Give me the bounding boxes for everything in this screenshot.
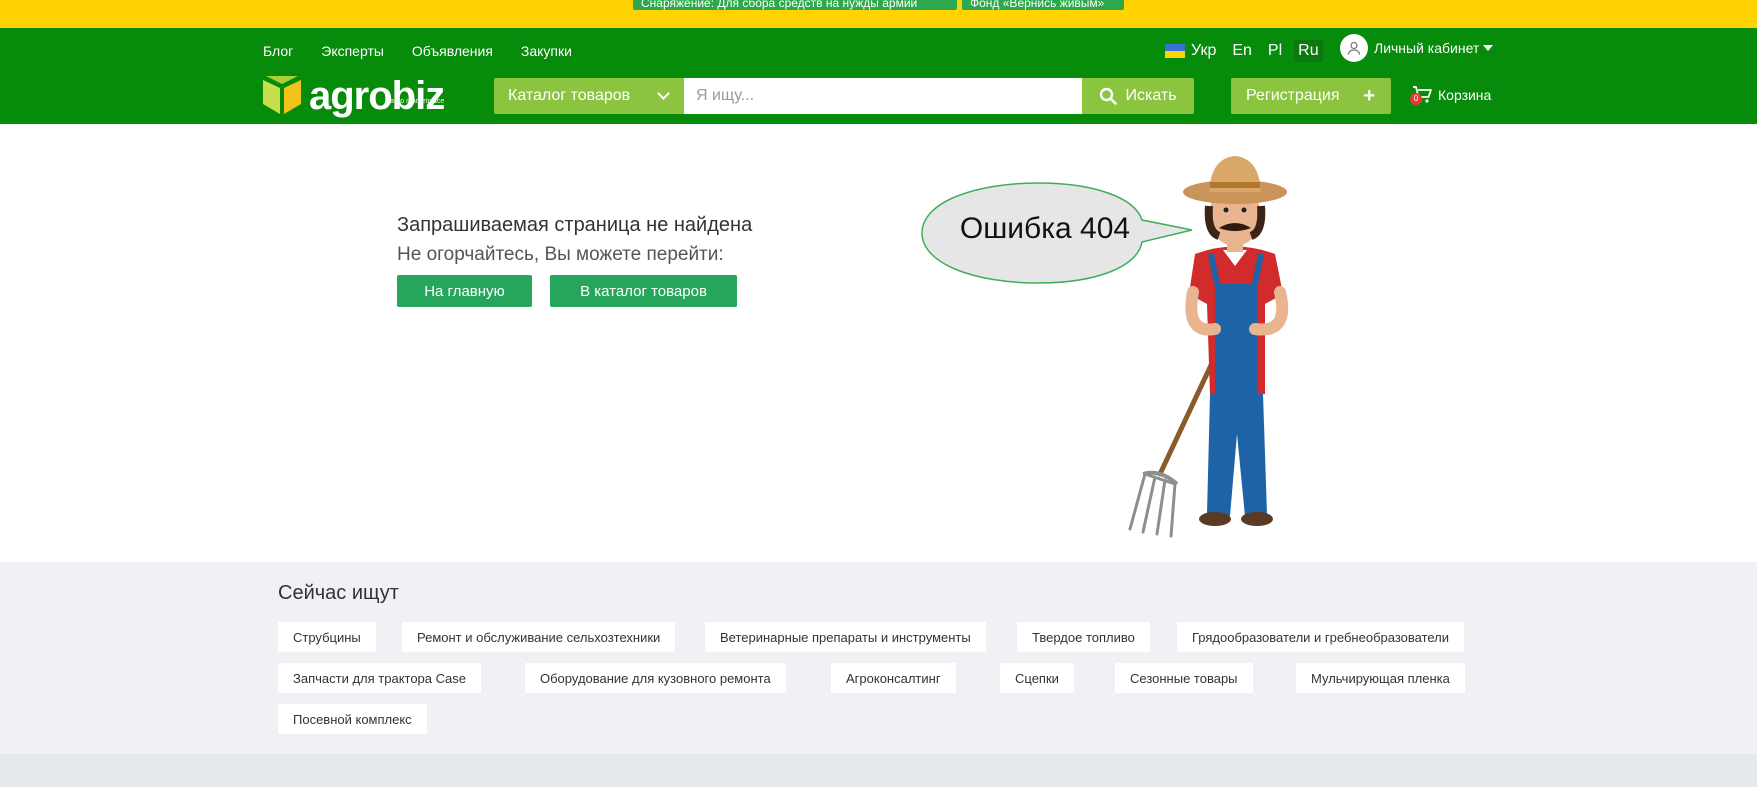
error-subtitle: Не огорчайтесь, Вы можете перейти: (397, 244, 724, 265)
nav-link-ads[interactable]: Объявления (412, 41, 493, 61)
error-content: Запрашиваемая страница не найдена Не ого… (0, 124, 1757, 562)
site-logo[interactable]: agrobiz agro marketplace (263, 75, 445, 117)
lang-en[interactable]: En (1232, 42, 1252, 60)
cart-label: Корзина (1438, 87, 1492, 103)
go-home-button[interactable]: На главную (397, 275, 532, 307)
lang-ru[interactable]: Ru (1294, 40, 1323, 62)
farmer-illustration (1128, 156, 1289, 538)
logo-tagline: agro marketplace (390, 98, 445, 105)
search-icon (1100, 87, 1118, 105)
footer-strip (0, 754, 1757, 787)
catalog-dropdown-label: Каталог товаров (508, 87, 631, 104)
plus-icon: + (1363, 85, 1375, 107)
lang-ukr-label: Укр (1191, 42, 1217, 59)
trending-tag[interactable]: Ремонт и обслуживание сельхозтехники (402, 622, 676, 652)
lang-ukr[interactable]: Укр (1165, 42, 1216, 60)
promo-link-army[interactable]: Снаряжение: Для сбора средств на нужды а… (633, 0, 957, 10)
nav-link-purchases[interactable]: Закупки (521, 41, 572, 61)
trending-tag[interactable]: Мульчирующая пленка (1296, 663, 1465, 693)
trending-tag[interactable]: Агроконсалтинг (831, 663, 956, 693)
caret-down-icon (1483, 45, 1494, 51)
site-header: Блог Эксперты Объявления Закупки Укр En … (0, 28, 1757, 124)
language-switcher: Укр En Pl Ru (1165, 38, 1339, 64)
search-input[interactable] (684, 78, 1082, 114)
logo-wordmark: agrobiz agro marketplace (309, 76, 445, 116)
account-label: Личный кабинет (1374, 40, 1480, 56)
logo-leaf-icon (263, 76, 301, 114)
trending-tag[interactable]: Твердое топливо (1017, 622, 1150, 652)
trending-tag[interactable]: Посевной комплекс (278, 704, 427, 734)
cart-count-badge: 0 (1410, 93, 1422, 105)
cart-icon: 0 (1410, 85, 1434, 105)
trending-tag[interactable]: Струбцины (278, 622, 376, 652)
nav-link-blog[interactable]: Блог (263, 41, 293, 61)
cart-link[interactable]: 0 Корзина (1410, 85, 1491, 105)
trending-tag[interactable]: Сцепки (1000, 663, 1074, 693)
nav-link-experts[interactable]: Эксперты (321, 41, 384, 61)
user-icon (1340, 34, 1368, 62)
lang-pl[interactable]: Pl (1268, 42, 1282, 60)
go-catalog-button[interactable]: В каталог товаров (550, 275, 737, 307)
top-nav: Блог Эксперты Объявления Закупки (263, 41, 600, 61)
search-button-label: Искать (1125, 87, 1177, 104)
search-button[interactable]: Искать (1082, 78, 1194, 114)
account-menu[interactable]: Личный кабинет (1340, 34, 1494, 62)
trending-tag[interactable]: Сезонные товары (1115, 663, 1253, 693)
register-label: Регистрация (1246, 87, 1340, 104)
catalog-dropdown-button[interactable]: Каталог товаров (494, 78, 684, 114)
trending-tag[interactable]: Оборудование для кузовного ремонта (525, 663, 786, 693)
register-button[interactable]: Регистрация + (1231, 78, 1391, 114)
error-title: Запрашиваемая страница не найдена (397, 214, 753, 236)
promo-bar: Снаряжение: Для сбора средств на нужды а… (0, 0, 1757, 28)
trending-tag[interactable]: Ветеринарные препараты и инструменты (705, 622, 986, 652)
trending-tag[interactable]: Запчасти для трактора Case (278, 663, 481, 693)
ukraine-flag-icon (1165, 44, 1185, 58)
trending-section: Сейчас ищут Струбцины Ремонт и обслужива… (0, 562, 1757, 754)
promo-link-fund[interactable]: Фонд «Вернись живым» (962, 0, 1124, 10)
chevron-down-icon (657, 87, 670, 100)
trending-tag[interactable]: Грядообразователи и гребнеобразователи (1177, 622, 1465, 652)
trending-title: Сейчас ищут (278, 582, 399, 604)
